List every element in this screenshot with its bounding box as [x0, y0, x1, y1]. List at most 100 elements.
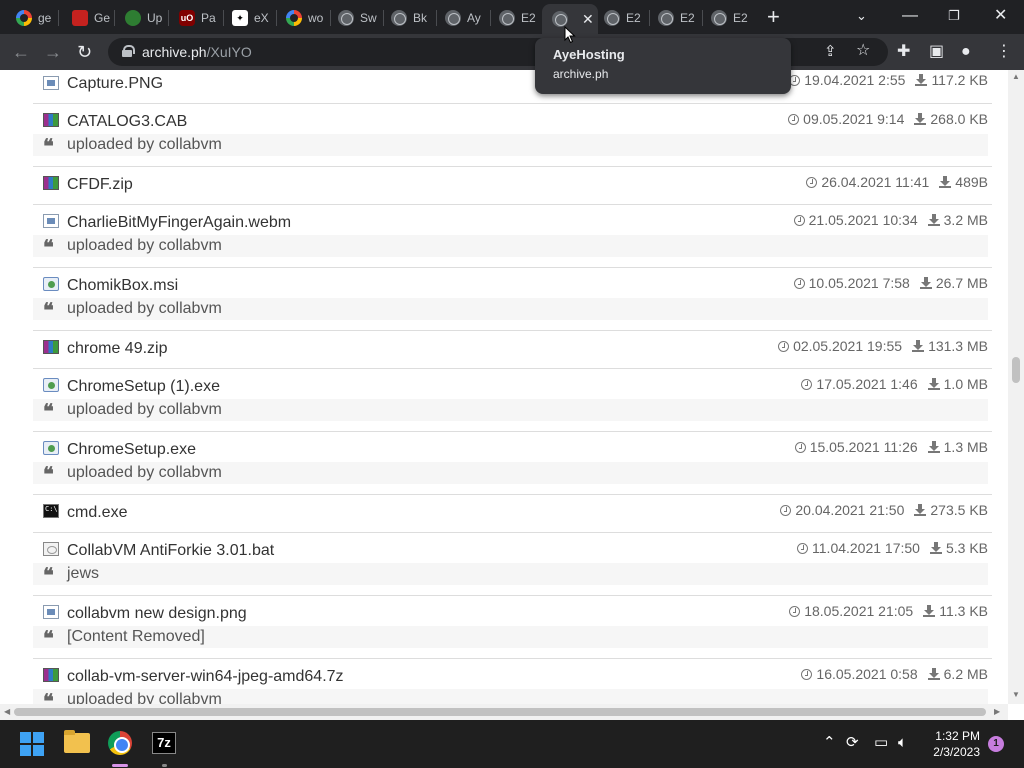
console-file-icon — [43, 504, 59, 518]
file-size[interactable]: 268.0 KB — [930, 111, 988, 127]
download-icon — [919, 277, 932, 289]
notification-badge[interactable]: 1 — [988, 736, 1004, 752]
file-size[interactable]: 5.3 KB — [946, 540, 988, 556]
chrome-icon[interactable] — [108, 731, 132, 755]
file-name-link[interactable]: CollabVM AntiForkie 3.01.bat — [67, 542, 274, 560]
file-size[interactable]: 131.3 MB — [928, 338, 988, 354]
file-name-link[interactable]: collabvm new design.png — [67, 605, 247, 623]
file-name-link[interactable]: Capture.PNG — [67, 75, 163, 93]
file-row: ChomikBox.msi 10.05.2021 7:58 26.7 MB ❝ … — [33, 268, 992, 331]
windows-taskbar: 7z ⌃ ⟳ ▭ 🔈︎ 1:32 PM 2/3/2023 1 — [0, 720, 1024, 768]
comment-text: uploaded by collabvm — [67, 300, 222, 317]
reload-icon[interactable]: ↻ — [77, 42, 92, 62]
file-size[interactable]: 1.3 MB — [944, 439, 988, 455]
network-icon[interactable]: ▭ — [874, 735, 888, 751]
sevenzip-label: 7z — [157, 735, 171, 750]
file-size[interactable]: 26.7 MB — [936, 275, 988, 291]
close-tab-icon[interactable]: ✕ — [582, 11, 594, 28]
vertical-scroll-thumb[interactable] — [1012, 357, 1020, 383]
tab-6[interactable]: Sw — [328, 4, 380, 32]
menu-kebab-icon[interactable]: ⋮ — [996, 42, 1012, 62]
file-name-link[interactable]: chrome 49.zip — [67, 340, 168, 358]
file-name-link[interactable]: ChromeSetup.exe — [67, 441, 196, 459]
extension-icon: ✦ — [232, 10, 248, 26]
clock-icon — [801, 668, 813, 680]
file-name-link[interactable]: cmd.exe — [67, 504, 127, 522]
file-size[interactable]: 3.2 MB — [944, 212, 988, 228]
tab-11[interactable]: E2 — [594, 4, 646, 32]
file-name-link[interactable]: ChromeSetup (1).exe — [67, 378, 220, 396]
file-date: 20.04.2021 21:50 — [795, 502, 905, 518]
file-name-link[interactable]: CATALOG3.CAB — [67, 113, 187, 131]
tab-0[interactable]: ge — [6, 4, 56, 32]
file-comment: ❝ uploaded by collabvm — [33, 235, 988, 257]
tab-7[interactable]: Bk — [381, 4, 433, 32]
clock-icon — [780, 504, 792, 516]
executable-file-icon — [43, 441, 59, 455]
volume-icon[interactable]: 🔈︎ — [898, 735, 907, 751]
restore-button[interactable]: ❐ — [948, 4, 960, 28]
lock-icon[interactable] — [122, 45, 135, 57]
file-row: ChromeSetup (1).exe 17.05.2021 1:46 1.0 … — [33, 369, 992, 432]
horizontal-scroll-thumb[interactable] — [14, 708, 986, 716]
google-icon — [16, 10, 32, 26]
tab-13[interactable]: E2 — [701, 4, 753, 32]
tab-9[interactable]: E2 — [489, 4, 541, 32]
quote-icon: ❝ — [43, 134, 54, 158]
tab-label: eX — [254, 11, 269, 25]
tab-search-icon[interactable]: ⌄ — [856, 4, 867, 28]
clock-icon — [778, 340, 790, 352]
tab-3[interactable]: uO Pa — [169, 4, 221, 32]
file-size[interactable]: 6.2 MB — [944, 666, 988, 682]
file-name-link[interactable]: ChomikBox.msi — [67, 277, 178, 295]
file-meta: 09.05.2021 9:14 268.0 KB — [788, 111, 988, 127]
taskbar-time[interactable]: 1:32 PM — [932, 729, 980, 743]
share-icon[interactable]: ⇪ — [824, 42, 837, 62]
url-path: /XuIYO — [206, 44, 252, 60]
file-size[interactable]: 489B — [955, 174, 988, 190]
taskbar-date[interactable]: 2/3/2023 — [922, 745, 980, 759]
red-app-icon — [72, 10, 88, 26]
tab-5[interactable]: wo — [276, 4, 328, 32]
side-panel-icon[interactable]: ▣ — [929, 42, 944, 62]
file-date: 09.05.2021 9:14 — [803, 111, 905, 127]
scroll-right-arrow-icon[interactable]: ▶ — [994, 707, 1000, 716]
back-icon[interactable]: ← — [12, 42, 30, 62]
tab-1[interactable]: Ge — [62, 4, 112, 32]
file-size[interactable]: 273.5 KB — [930, 502, 988, 518]
horizontal-scrollbar[interactable]: ◀ ▶ — [0, 704, 1008, 720]
file-name-link[interactable]: CharlieBitMyFingerAgain.webm — [67, 214, 291, 232]
url-text[interactable]: archive.ph/XuIYO — [142, 44, 252, 60]
file-size[interactable]: 1.0 MB — [944, 376, 988, 392]
file-name-link[interactable]: CFDF.zip — [67, 176, 133, 194]
file-name-link[interactable]: collab-vm-server-win64-jpeg-amd64.7z — [67, 668, 344, 686]
start-windows-icon[interactable] — [20, 732, 44, 756]
scroll-left-arrow-icon[interactable]: ◀ — [4, 707, 10, 716]
tab-8[interactable]: Ay — [435, 4, 487, 32]
comment-text: uploaded by collabvm — [67, 237, 222, 254]
close-window-button[interactable]: ✕ — [994, 4, 1007, 28]
profile-avatar-icon[interactable]: ● — [961, 42, 971, 62]
forward-icon[interactable]: → — [44, 42, 62, 62]
tab-2[interactable]: Up — [115, 4, 165, 32]
vertical-scrollbar[interactable]: ▲ ▼ — [1008, 70, 1024, 704]
tab-12[interactable]: E2 — [648, 4, 700, 32]
extensions-puzzle-icon[interactable]: ✚ — [897, 42, 910, 62]
tab-label: E2 — [680, 11, 695, 25]
scroll-down-arrow-icon[interactable]: ▼ — [1012, 690, 1020, 699]
file-explorer-icon[interactable] — [64, 730, 90, 753]
file-size[interactable]: 117.2 KB — [931, 72, 988, 88]
scroll-up-arrow-icon[interactable]: ▲ — [1012, 72, 1020, 81]
new-tab-button[interactable]: + — [767, 6, 780, 28]
bookmark-star-icon[interactable]: ☆ — [856, 41, 870, 61]
file-size[interactable]: 11.3 KB — [939, 603, 988, 619]
sevenzip-icon[interactable]: 7z — [152, 732, 176, 754]
file-row: cmd.exe 20.04.2021 21:50 273.5 KB — [33, 495, 992, 533]
tab-label: Ay — [467, 11, 481, 25]
minimize-button[interactable]: — — [902, 4, 918, 28]
quote-icon: ❝ — [43, 626, 54, 650]
chevron-up-icon[interactable]: ⌃ — [823, 735, 836, 751]
globe-icon — [658, 10, 674, 26]
sync-alert-icon[interactable]: ⟳ — [846, 735, 859, 751]
tab-4[interactable]: ✦ eX — [222, 4, 274, 32]
